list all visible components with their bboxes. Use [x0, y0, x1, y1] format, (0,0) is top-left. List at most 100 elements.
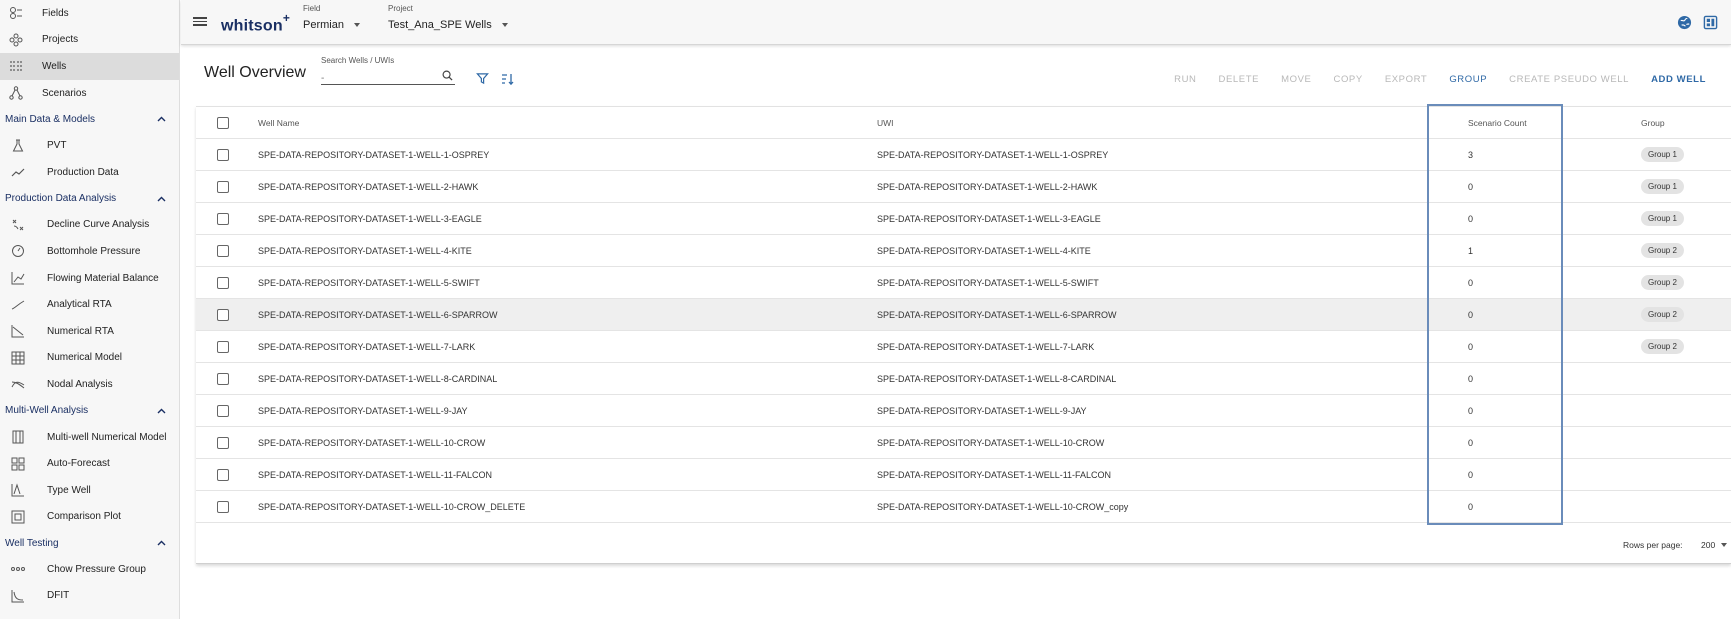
group-chip[interactable]: Group 2 — [1641, 243, 1684, 258]
table-row[interactable]: SPE-DATA-REPOSITORY-DATASET-1-WELL-3-EAG… — [196, 203, 1731, 235]
sidebar-item-pvt[interactable]: PVT — [0, 132, 179, 159]
filter-icon[interactable] — [476, 72, 490, 86]
sidebar-item-wells[interactable]: Wells — [0, 53, 179, 80]
menu-icon[interactable] — [193, 15, 207, 29]
create-pseudo-well-button[interactable]: CREATE PSEUDO WELL — [1498, 74, 1640, 85]
table-row[interactable]: SPE-DATA-REPOSITORY-DATASET-1-WELL-6-SPA… — [196, 299, 1731, 331]
sidebar-item-nodal-analysis[interactable]: Nodal Analysis — [0, 371, 179, 398]
sidebar-item-fields[interactable]: Fields — [0, 0, 179, 27]
row-checkbox[interactable] — [217, 500, 229, 513]
table-row[interactable]: SPE-DATA-REPOSITORY-DATASET-1-WELL-9-JAY… — [196, 395, 1731, 427]
column-header-well-name[interactable]: Well Name — [258, 107, 299, 138]
sidebar-item-numerical-rta[interactable]: Numerical RTA — [0, 318, 179, 345]
sidebar-item-multi-well-numerical-model[interactable]: Multi-well Numerical Model — [0, 424, 179, 451]
group-chip[interactable]: Group 1 — [1641, 211, 1684, 226]
delete-button[interactable]: DELETE — [1208, 74, 1271, 85]
sidebar-item-decline-curve-analysis[interactable]: Decline Curve Analysis — [0, 212, 179, 239]
field-selector[interactable]: Field Permian — [303, 4, 360, 31]
sidebar-item-projects[interactable]: Projects — [0, 27, 179, 54]
row-checkbox[interactable] — [217, 372, 229, 385]
row-checkbox[interactable] — [217, 212, 229, 225]
row-checkbox[interactable] — [217, 308, 229, 321]
chevron-up-icon — [157, 194, 167, 204]
table-row[interactable]: SPE-DATA-REPOSITORY-DATASET-1-WELL-2-HAW… — [196, 171, 1731, 203]
row-checkbox[interactable] — [217, 276, 229, 289]
sidebar-item-chow-pressure-group[interactable]: Chow Pressure Group — [0, 556, 179, 583]
group-button[interactable]: GROUP — [1438, 74, 1498, 85]
search-wells[interactable]: Search Wells / UWIs — [321, 56, 455, 85]
table-row[interactable]: SPE-DATA-REPOSITORY-DATASET-1-WELL-4-KIT… — [196, 235, 1731, 267]
sidebar-item-dfit[interactable]: DFIT — [0, 583, 179, 610]
sidebar-item-type-well[interactable]: Type Well — [0, 477, 179, 504]
copy-button[interactable]: COPY — [1322, 74, 1373, 85]
scenario-count-cell: 1 — [1468, 245, 1474, 256]
globe-icon[interactable] — [1677, 15, 1692, 30]
add-well-button[interactable]: ADD WELL — [1640, 74, 1717, 85]
well-name-cell[interactable]: SPE-DATA-REPOSITORY-DATASET-1-WELL-9-JAY — [258, 395, 468, 426]
table-row[interactable]: SPE-DATA-REPOSITORY-DATASET-1-WELL-10-CR… — [196, 491, 1731, 523]
well-name-cell[interactable]: SPE-DATA-REPOSITORY-DATASET-1-WELL-6-SPA… — [258, 299, 498, 330]
sidebar-item-flowing-material-balance[interactable]: Flowing Material Balance — [0, 265, 179, 292]
sidebar-item-numerical-model[interactable]: Numerical Model — [0, 345, 179, 372]
rows-per-page-select[interactable]: 200 — [1701, 540, 1728, 550]
search-input[interactable] — [321, 73, 431, 84]
column-header-group[interactable]: Group — [1641, 107, 1665, 138]
sidebar-item-analytical-rta[interactable]: Analytical RTA — [0, 291, 179, 318]
well-name-cell[interactable]: SPE-DATA-REPOSITORY-DATASET-1-WELL-4-KIT… — [258, 235, 472, 266]
well-name-cell[interactable]: SPE-DATA-REPOSITORY-DATASET-1-WELL-10-CR… — [258, 427, 485, 458]
sidebar: Fields Projects Wells Scenarios Main Data & … — [0, 0, 180, 619]
sidebar-item-bottomhole-pressure[interactable]: Bottomhole Pressure — [0, 238, 179, 265]
dashboard-icon[interactable] — [1703, 15, 1718, 30]
table-row[interactable]: SPE-DATA-REPOSITORY-DATASET-1-WELL-10-CR… — [196, 427, 1731, 459]
run-button[interactable]: RUN — [1163, 74, 1207, 85]
table-row[interactable]: SPE-DATA-REPOSITORY-DATASET-1-WELL-7-LAR… — [196, 331, 1731, 363]
table-row[interactable]: SPE-DATA-REPOSITORY-DATASET-1-WELL-5-SWI… — [196, 267, 1731, 299]
sidebar-item-comparison-plot[interactable]: Comparison Plot — [0, 504, 179, 531]
move-button[interactable]: MOVE — [1270, 74, 1322, 85]
scenarios-icon — [8, 85, 24, 101]
project-selector[interactable]: Project Test_Ana_SPE Wells — [388, 4, 508, 31]
scenario-count-cell: 0 — [1468, 277, 1474, 288]
well-name-cell[interactable]: SPE-DATA-REPOSITORY-DATASET-1-WELL-8-CAR… — [258, 363, 497, 394]
section-header-multi-well-analysis[interactable]: Multi-Well Analysis — [0, 398, 179, 424]
row-checkbox[interactable] — [217, 148, 229, 161]
column-header-scenario-count[interactable]: Scenario Count — [1468, 107, 1527, 138]
group-chip[interactable]: Group 1 — [1641, 147, 1684, 162]
logo-plus: + — [282, 11, 291, 25]
table-row[interactable]: SPE-DATA-REPOSITORY-DATASET-1-WELL-8-CAR… — [196, 363, 1731, 395]
group-chip[interactable]: Group 2 — [1641, 307, 1684, 322]
row-checkbox[interactable] — [217, 436, 229, 449]
sidebar-item-scenarios[interactable]: Scenarios — [0, 80, 179, 107]
row-checkbox[interactable] — [217, 340, 229, 353]
uwi-cell: SPE-DATA-REPOSITORY-DATASET-1-WELL-10-CR… — [877, 501, 1129, 512]
group-chip[interactable]: Group 2 — [1641, 275, 1684, 290]
export-button[interactable]: EXPORT — [1374, 74, 1439, 85]
section-header-well-testing[interactable]: Well Testing — [0, 530, 179, 556]
well-name-cell[interactable]: SPE-DATA-REPOSITORY-DATASET-1-WELL-2-HAW… — [258, 171, 478, 202]
group-chip[interactable]: Group 2 — [1641, 339, 1684, 354]
column-header-uwi[interactable]: UWI — [877, 107, 894, 138]
sidebar-item-production-data[interactable]: Production Data — [0, 159, 179, 186]
row-checkbox[interactable] — [217, 180, 229, 193]
table-row[interactable]: SPE-DATA-REPOSITORY-DATASET-1-WELL-1-OSP… — [196, 139, 1731, 171]
sidebar-item-auto-forecast[interactable]: Auto-Forecast — [0, 450, 179, 477]
row-checkbox[interactable] — [217, 244, 229, 257]
row-checkbox[interactable] — [217, 468, 229, 481]
section-title: Main Data & Models — [5, 113, 96, 125]
section-header-production-data-analysis[interactable]: Production Data Analysis — [0, 186, 179, 212]
row-checkbox[interactable] — [217, 404, 229, 417]
well-name-cell[interactable]: SPE-DATA-REPOSITORY-DATASET-1-WELL-10-CR… — [258, 491, 525, 522]
well-name-cell[interactable]: SPE-DATA-REPOSITORY-DATASET-1-WELL-7-LAR… — [258, 331, 475, 362]
group-chip[interactable]: Group 1 — [1641, 179, 1684, 194]
well-name-cell[interactable]: SPE-DATA-REPOSITORY-DATASET-1-WELL-1-OSP… — [258, 139, 489, 170]
well-name-cell[interactable]: SPE-DATA-REPOSITORY-DATASET-1-WELL-3-EAG… — [258, 203, 482, 234]
table-row[interactable]: SPE-DATA-REPOSITORY-DATASET-1-WELL-11-FA… — [196, 459, 1731, 491]
sort-icon[interactable] — [501, 72, 515, 86]
well-name-cell[interactable]: SPE-DATA-REPOSITORY-DATASET-1-WELL-11-FA… — [258, 459, 492, 490]
section-header-main-data-models[interactable]: Main Data & Models — [0, 106, 179, 132]
select-all-checkbox[interactable] — [217, 116, 229, 129]
logo-text: whitson — [221, 17, 283, 35]
well-name-cell[interactable]: SPE-DATA-REPOSITORY-DATASET-1-WELL-5-SWI… — [258, 267, 480, 298]
search-icon[interactable] — [442, 70, 453, 81]
app-logo[interactable]: whitson+ — [221, 11, 291, 35]
